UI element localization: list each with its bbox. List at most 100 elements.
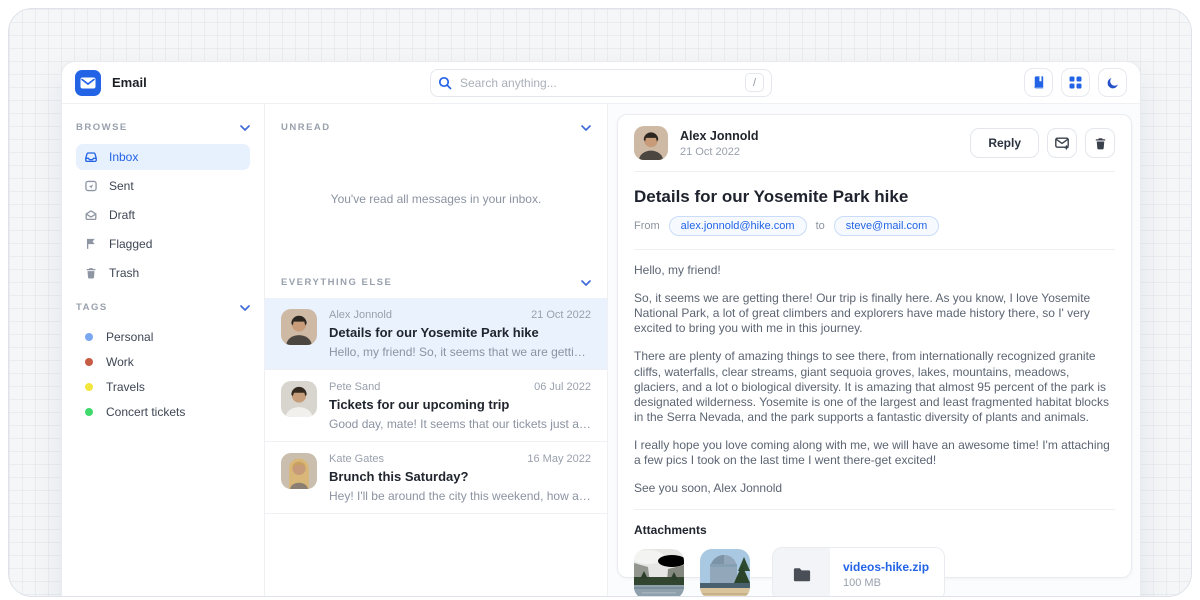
apps-grid-button[interactable] xyxy=(1061,68,1090,97)
tag-label: Work xyxy=(106,355,134,369)
message-detail-pane: Alex Jonnold 21 Oct 2022 Reply xyxy=(608,104,1140,597)
body-paragraph: Hello, my friend! xyxy=(634,263,1115,278)
search-icon xyxy=(438,76,452,90)
mail-item-content: Kate Gates 16 May 2022 Brunch this Satur… xyxy=(329,453,591,503)
to-email-pill[interactable]: steve@mail.com xyxy=(834,216,939,236)
everything-else-section-title: EVERYTHING ELSE xyxy=(281,277,392,288)
detail-sender-block: Alex Jonnold 21 Oct 2022 xyxy=(680,129,758,158)
book-button[interactable] xyxy=(1024,68,1053,97)
tag-label: Concert tickets xyxy=(106,405,185,419)
mail-item-date: 21 Oct 2022 xyxy=(531,309,591,321)
file-name-link[interactable]: videos-hike.zip xyxy=(843,560,929,574)
tag-label: Travels xyxy=(106,380,145,394)
app-brand: Email xyxy=(75,70,147,96)
reply-button[interactable]: Reply xyxy=(970,128,1039,158)
sidebar-item-label: Sent xyxy=(109,179,134,193)
search-input[interactable] xyxy=(460,76,737,90)
attachment-photo-half-dome[interactable] xyxy=(700,549,750,597)
attachments-row: videos-hike.zip 100 MB xyxy=(634,547,1115,597)
trash-icon xyxy=(84,266,98,280)
mail-item-date: 06 Jul 2022 xyxy=(534,381,591,393)
search-shortcut-badge: / xyxy=(745,73,764,92)
email-logo-icon xyxy=(75,70,101,96)
tags-section-title: TAGS xyxy=(76,302,108,313)
avatar xyxy=(281,453,317,489)
sent-icon xyxy=(84,179,98,193)
detail-subject: Details for our Yosemite Park hike xyxy=(634,187,1115,207)
detail-from-to-row: From alex.jonnold@hike.com to steve@mail… xyxy=(634,216,1115,250)
message-detail-card: Alex Jonnold 21 Oct 2022 Reply xyxy=(617,114,1132,578)
chevron-down-icon[interactable] xyxy=(581,125,591,131)
avatar xyxy=(634,126,668,160)
mail-list-item-kate[interactable]: Kate Gates 16 May 2022 Brunch this Satur… xyxy=(265,442,607,514)
header-actions xyxy=(1024,68,1127,97)
body-paragraph: See you soon, Alex Jonnold xyxy=(634,481,1115,496)
attachment-file-card: videos-hike.zip 100 MB xyxy=(772,547,945,597)
folder-icon xyxy=(793,567,811,582)
attachment-photo-valley[interactable] xyxy=(634,549,684,597)
tags-section-header: TAGS xyxy=(76,302,250,313)
sidebar-item-inbox[interactable]: Inbox xyxy=(76,144,250,170)
unread-section-header: UNREAD xyxy=(265,104,607,133)
file-icon-box xyxy=(773,548,830,597)
detail-date: 21 Oct 2022 xyxy=(680,146,758,158)
browse-section-header: BROWSE xyxy=(76,122,250,133)
body-paragraph: There are plenty of amazing things to se… xyxy=(634,349,1115,425)
app-title: Email xyxy=(112,75,147,90)
sidebar: BROWSE Inbox Sent xyxy=(62,104,265,597)
unread-empty-message: You've read all messages in your inbox. xyxy=(265,133,607,265)
browse-section-title: BROWSE xyxy=(76,122,128,133)
browse-nav: Inbox Sent Draft xyxy=(76,144,250,286)
chevron-down-icon[interactable] xyxy=(240,125,250,131)
flag-icon xyxy=(84,237,98,251)
tags-section: TAGS Personal Work xyxy=(76,302,250,424)
book-icon xyxy=(1031,75,1046,90)
tag-item-travels[interactable]: Travels xyxy=(76,374,250,399)
detail-header: Alex Jonnold 21 Oct 2022 Reply xyxy=(634,115,1115,172)
mail-item-content: Pete Sand 06 Jul 2022 Tickets for our up… xyxy=(329,381,591,431)
tag-item-work[interactable]: Work xyxy=(76,349,250,374)
mail-list-item-alex[interactable]: Alex Jonnold 21 Oct 2022 Details for our… xyxy=(265,298,607,370)
app-header: Email / xyxy=(62,62,1140,104)
mail-item-preview: Hey! I'll be around the city this weeken… xyxy=(329,489,591,503)
mail-item-date: 16 May 2022 xyxy=(527,453,591,465)
delete-button[interactable] xyxy=(1085,128,1115,158)
draft-icon xyxy=(84,208,98,222)
mail-list-item-pete[interactable]: Pete Sand 06 Jul 2022 Tickets for our up… xyxy=(265,370,607,442)
forward-email-button[interactable] xyxy=(1047,128,1077,158)
message-body: Hello, my friend! So, it seems we are ge… xyxy=(634,250,1115,510)
page-background: Email / xyxy=(8,8,1192,597)
mail-item-sender: Pete Sand xyxy=(329,381,380,393)
sidebar-item-label: Draft xyxy=(109,208,135,222)
sidebar-item-flagged[interactable]: Flagged xyxy=(76,231,250,257)
from-email-pill[interactable]: alex.jonnold@hike.com xyxy=(669,216,807,236)
mail-item-subject: Brunch this Saturday? xyxy=(329,469,591,484)
mail-item-subject: Tickets for our upcoming trip xyxy=(329,397,591,412)
to-label: to xyxy=(816,220,825,232)
tag-dot xyxy=(85,383,93,391)
moon-icon xyxy=(1106,76,1120,90)
dark-mode-button[interactable] xyxy=(1098,68,1127,97)
mail-item-sender: Alex Jonnold xyxy=(329,309,392,321)
tag-item-personal[interactable]: Personal xyxy=(76,324,250,349)
sidebar-item-trash[interactable]: Trash xyxy=(76,260,250,286)
detail-actions: Reply xyxy=(970,128,1115,158)
email-app-window: Email / xyxy=(61,61,1141,597)
unread-section-title: UNREAD xyxy=(281,122,331,133)
file-size: 100 MB xyxy=(843,577,929,589)
tag-dot xyxy=(85,358,93,366)
tag-item-concert-tickets[interactable]: Concert tickets xyxy=(76,399,250,424)
tags-list: Personal Work Travels Concert tickets xyxy=(76,324,250,424)
chevron-down-icon[interactable] xyxy=(240,305,250,311)
sidebar-item-sent[interactable]: Sent xyxy=(76,173,250,199)
sidebar-item-label: Flagged xyxy=(109,237,152,251)
chevron-down-icon[interactable] xyxy=(581,280,591,286)
tag-dot xyxy=(85,333,93,341)
search-bar: / xyxy=(430,69,772,97)
envelope-plus-icon xyxy=(1054,135,1070,151)
mail-item-content: Alex Jonnold 21 Oct 2022 Details for our… xyxy=(329,309,591,359)
mail-item-sender: Kate Gates xyxy=(329,453,384,465)
avatar xyxy=(281,309,317,345)
from-label: From xyxy=(634,220,660,232)
sidebar-item-draft[interactable]: Draft xyxy=(76,202,250,228)
